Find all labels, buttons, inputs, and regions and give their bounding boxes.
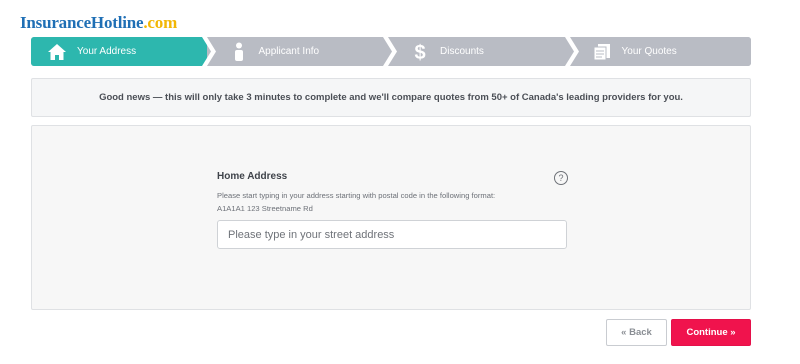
step-label: Your Address xyxy=(77,46,137,57)
step-label: Your Quotes xyxy=(621,46,677,57)
logo-tld: .com xyxy=(143,13,178,32)
dollar-icon: $ xyxy=(408,42,432,63)
home-icon xyxy=(45,42,69,62)
notice-text: Good news — this will only take 3 minute… xyxy=(99,92,683,103)
logo-brand: InsuranceHotline xyxy=(20,13,144,32)
progress-steps: Your Address Applicant Info $ Discounts xyxy=(31,37,751,66)
step-your-quotes[interactable]: Your Quotes xyxy=(569,37,751,66)
logo[interactable]: InsuranceHotline.com xyxy=(20,13,177,33)
step-label: Discounts xyxy=(440,46,484,57)
street-address-input[interactable] xyxy=(217,220,567,249)
address-hint: Please start typing in your address star… xyxy=(217,191,496,213)
step-applicant-info[interactable]: Applicant Info xyxy=(206,37,397,66)
continue-button[interactable]: Continue » xyxy=(671,319,751,346)
step-separator xyxy=(383,37,397,66)
home-address-field: Home Address ? Please start typing in yo… xyxy=(217,171,568,249)
step-discounts[interactable]: $ Discounts xyxy=(388,37,579,66)
svg-text:$: $ xyxy=(414,42,425,63)
form-panel: Home Address ? Please start typing in yo… xyxy=(31,125,751,310)
home-address-label: Home Address xyxy=(217,171,288,182)
step-your-address[interactable]: Your Address xyxy=(31,37,216,66)
info-notice: Good news — this will only take 3 minute… xyxy=(31,78,751,117)
step-separator xyxy=(564,37,579,66)
documents-icon xyxy=(590,42,614,62)
step-separator xyxy=(201,37,216,66)
back-button[interactable]: « Back xyxy=(606,319,667,346)
step-label: Applicant Info xyxy=(258,46,320,57)
person-icon xyxy=(227,42,251,62)
help-icon[interactable]: ? xyxy=(554,171,568,185)
